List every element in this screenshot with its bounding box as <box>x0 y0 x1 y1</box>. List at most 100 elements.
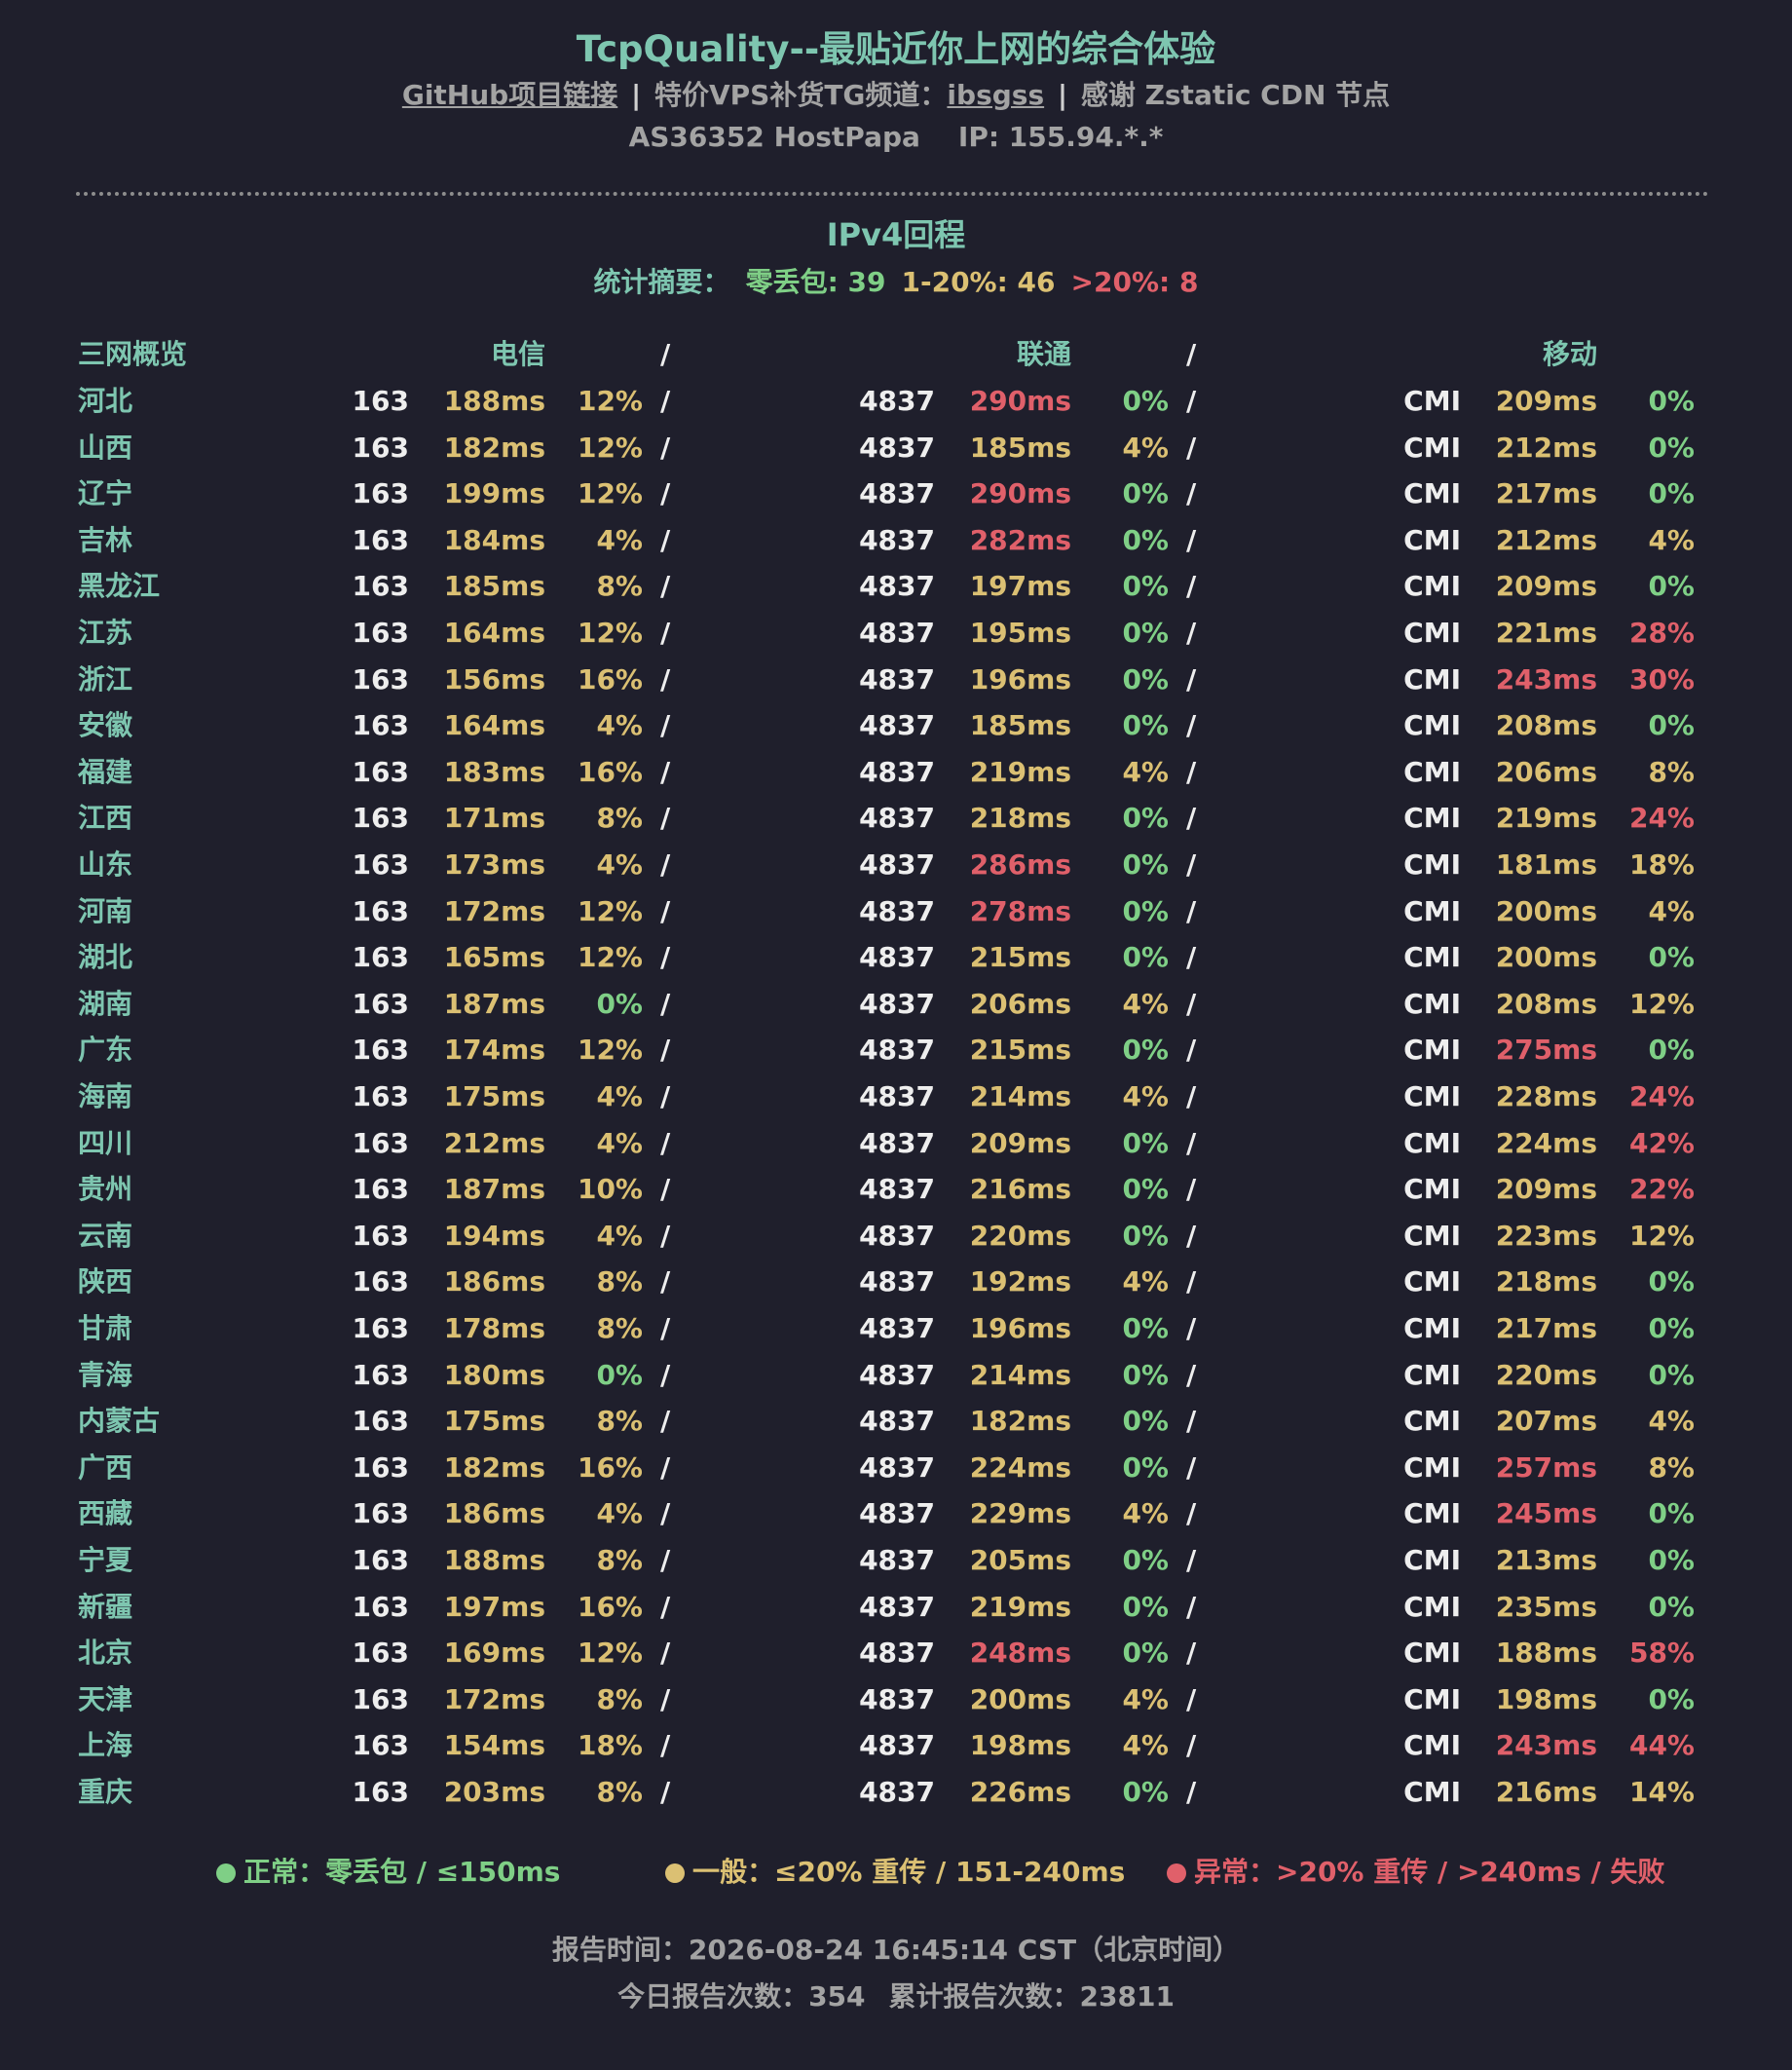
telecom-latency: 180ms <box>443 1358 545 1391</box>
province-cell: 云南 <box>78 1219 133 1252</box>
yellow-dot-icon <box>665 1863 685 1883</box>
mobile-latency: 209ms <box>1495 1173 1597 1206</box>
mobile-latency: 221ms <box>1495 617 1597 649</box>
mobile-loss: 4% <box>1648 523 1695 556</box>
telecom-latency: 172ms <box>443 1682 545 1715</box>
table-row: 海南 163 175ms 4% / 4837 214ms 4% / CMI 228ms 24% <box>0 1073 1792 1120</box>
mobile-latency: 217ms <box>1495 1312 1597 1344</box>
server-info: AS36352 HostPapa IP: 155.94.*.* <box>0 121 1792 153</box>
unicom-latency: 286ms <box>969 848 1071 881</box>
red-dot-icon <box>1167 1863 1186 1883</box>
slash-separator: / <box>660 1637 671 1670</box>
slash-separator: / <box>660 848 671 881</box>
telecom-asn: 163 <box>352 848 409 881</box>
header-slash-1: / <box>660 338 671 370</box>
telecom-loss: 18% <box>577 1729 643 1762</box>
slash-separator: / <box>1186 1265 1197 1298</box>
mobile-latency: 198ms <box>1495 1682 1597 1715</box>
province-cell: 陕西 <box>78 1265 133 1298</box>
unicom-asn: 4837 <box>859 523 935 556</box>
province-cell: 江苏 <box>78 617 133 649</box>
legend-abnormal-text: 异常：>20% 重传 / >240ms / 失败 <box>1194 1856 1665 1888</box>
table-row: 山西 163 182ms 12% / 4837 185ms 4% / CMI 212ms 0% <box>0 425 1792 471</box>
mobile-loss: 0% <box>1648 1312 1695 1344</box>
telecom-loss: 16% <box>577 1590 643 1623</box>
mobile-asn: CMI <box>1403 1729 1461 1762</box>
unicom-asn: 4837 <box>859 1173 935 1206</box>
mobile-asn: CMI <box>1403 709 1461 742</box>
unicom-latency: 206ms <box>969 987 1071 1020</box>
province-cell: 山东 <box>78 848 133 881</box>
mobile-asn: CMI <box>1403 1173 1461 1206</box>
telecom-latency: 203ms <box>443 1776 545 1808</box>
province-cell: 青海 <box>78 1358 133 1391</box>
unicom-latency: 197ms <box>969 570 1071 603</box>
telecom-latency: 185ms <box>443 570 545 603</box>
slash-separator: / <box>660 941 671 974</box>
mobile-loss: 30% <box>1628 662 1695 696</box>
slash-separator: / <box>1186 431 1197 464</box>
github-link[interactable]: GitHub项目链接 <box>402 79 617 111</box>
unicom-asn: 4837 <box>859 1312 935 1344</box>
telecom-loss: 0% <box>596 1358 643 1391</box>
mobile-loss: 4% <box>1648 894 1695 927</box>
unicom-loss: 0% <box>1122 848 1169 881</box>
slash-separator: / <box>660 617 671 649</box>
slash-separator: / <box>1186 1450 1197 1484</box>
unicom-loss: 0% <box>1122 1450 1169 1484</box>
slash-separator: / <box>1186 1312 1197 1344</box>
table-row: 江西 163 171ms 8% / 4837 218ms 0% / CMI 219ms 24% <box>0 795 1792 842</box>
province-cell: 广东 <box>78 1034 133 1067</box>
slash-separator: / <box>660 477 671 510</box>
mobile-loss: 0% <box>1648 385 1695 417</box>
legend-fair-text: 一般：≤20% 重传 / 151-240ms <box>692 1856 1126 1888</box>
telecom-asn: 163 <box>352 1080 409 1112</box>
table-row: 河北 163 188ms 12% / 4837 290ms 0% / CMI 209ms 0% <box>0 378 1792 425</box>
slash-separator: / <box>1186 385 1197 417</box>
telecom-loss: 12% <box>577 1034 643 1067</box>
telecom-asn: 163 <box>352 1312 409 1344</box>
table-row: 广东 163 174ms 12% / 4837 215ms 0% / CMI 275ms 0% <box>0 1027 1792 1073</box>
slash-separator: / <box>660 523 671 556</box>
telecom-loss: 8% <box>596 570 643 603</box>
telecom-asn: 163 <box>352 570 409 603</box>
unicom-loss: 4% <box>1122 1682 1169 1715</box>
mobile-latency: 220ms <box>1495 1358 1597 1391</box>
mobile-loss: 0% <box>1648 1682 1695 1715</box>
province-cell: 福建 <box>78 755 133 788</box>
unicom-loss: 4% <box>1122 755 1169 788</box>
slash-separator: / <box>1186 1497 1197 1530</box>
slash-separator: / <box>1186 1034 1197 1067</box>
telecom-asn: 163 <box>352 662 409 696</box>
slash-separator: / <box>660 987 671 1020</box>
summary-mid-loss: 1-20%: 46 <box>901 266 1056 298</box>
telecom-asn: 163 <box>352 1776 409 1808</box>
mobile-asn: CMI <box>1403 1080 1461 1112</box>
unicom-asn: 4837 <box>859 1590 935 1623</box>
unicom-latency: 220ms <box>969 1219 1071 1252</box>
table-row: 浙江 163 156ms 16% / 4837 196ms 0% / CMI 243ms 30% <box>0 657 1792 703</box>
unicom-loss: 0% <box>1122 385 1169 417</box>
tg-channel-link[interactable]: ibsgss <box>947 79 1044 111</box>
unicom-latency: 290ms <box>969 477 1071 510</box>
telecom-asn: 163 <box>352 431 409 464</box>
province-cell: 西藏 <box>78 1497 133 1530</box>
link-separator-2: | <box>1057 79 1068 111</box>
province-cell: 贵州 <box>78 1173 133 1206</box>
legend: 正常：零丢包 / ≤150ms 一般：≤20% 重传 / 151-240ms 异… <box>0 1851 1792 1890</box>
province-cell: 安徽 <box>78 709 133 742</box>
unicom-asn: 4837 <box>859 1358 935 1391</box>
mobile-asn: CMI <box>1403 894 1461 927</box>
telecom-asn: 163 <box>352 1173 409 1206</box>
slash-separator: / <box>1186 1358 1197 1391</box>
unicom-asn: 4837 <box>859 1682 935 1715</box>
province-cell: 湖南 <box>78 987 133 1020</box>
mobile-asn: CMI <box>1403 1450 1461 1484</box>
telecom-latency: 172ms <box>443 894 545 927</box>
unicom-loss: 0% <box>1122 709 1169 742</box>
mobile-latency: 200ms <box>1495 894 1597 927</box>
telecom-asn: 163 <box>352 987 409 1020</box>
table-row: 天津 163 172ms 8% / 4837 200ms 4% / CMI 198ms 0% <box>0 1676 1792 1723</box>
table-row: 安徽 163 164ms 4% / 4837 185ms 0% / CMI 208ms 0% <box>0 702 1792 749</box>
slash-separator: / <box>660 1358 671 1391</box>
